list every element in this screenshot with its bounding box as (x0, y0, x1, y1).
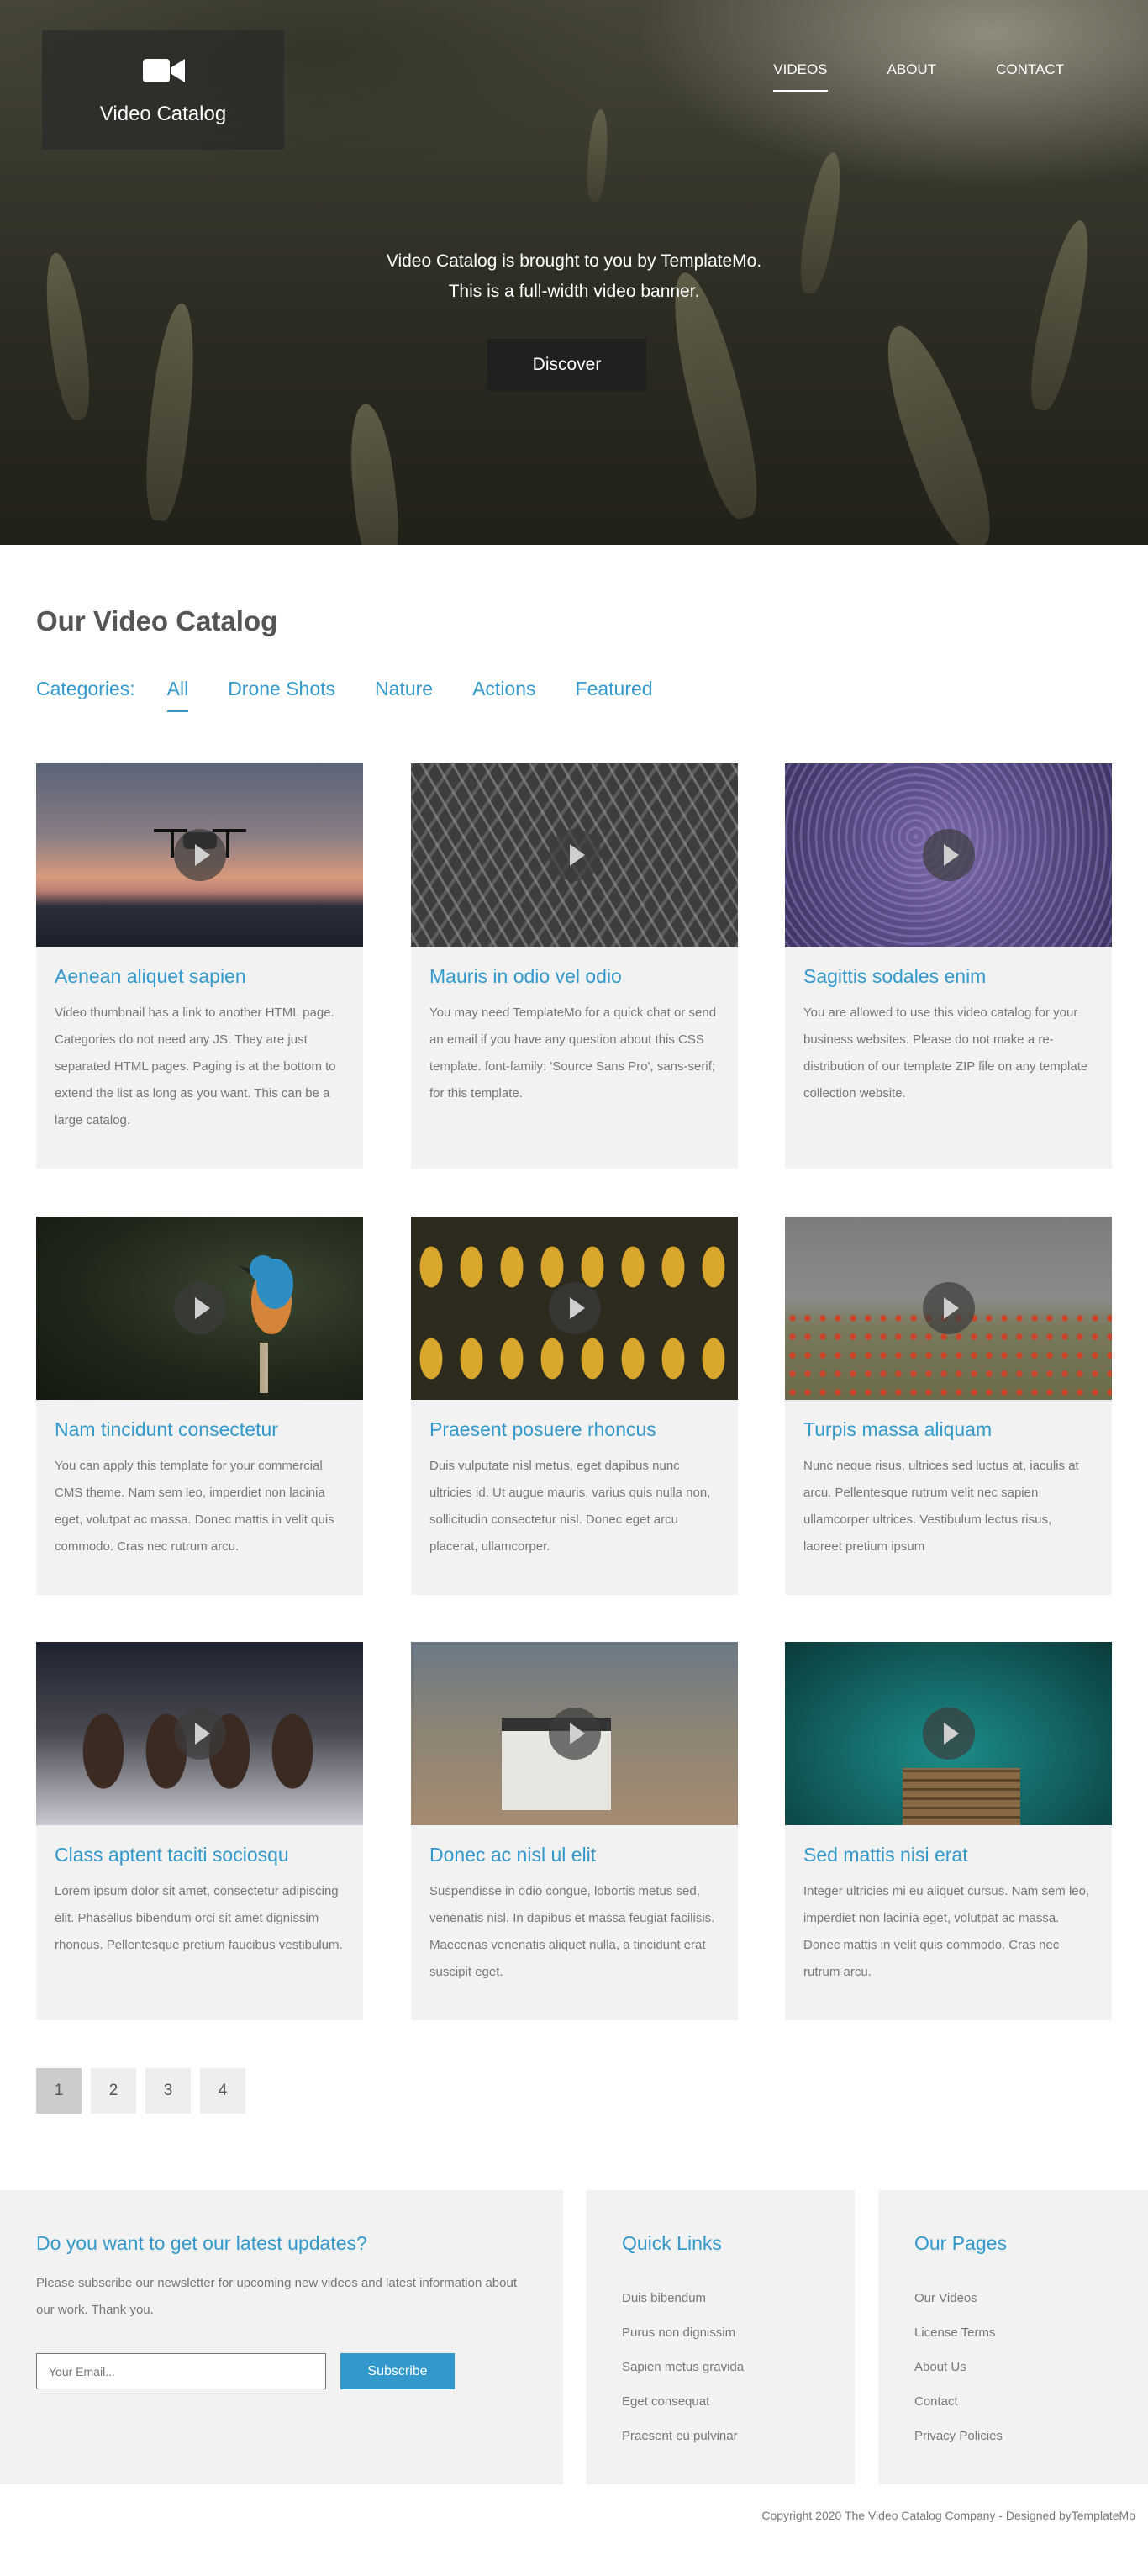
main-nav: VIDEOS ABOUT CONTACT (714, 61, 1064, 92)
video-thumbnail[interactable] (411, 1217, 738, 1400)
quick-links-list: Duis bibendum Purus non dignissim Sapien… (622, 2281, 744, 2453)
page-3[interactable]: 3 (145, 2068, 191, 2114)
tab-featured[interactable]: Featured (576, 678, 653, 710)
video-card: Aenean aliquet sapien Video thumbnail ha… (36, 763, 363, 1169)
tab-all[interactable]: All (166, 678, 189, 712)
video-title[interactable]: Class aptent taciti sociosqu (55, 1844, 345, 1866)
video-camera-icon (143, 59, 185, 82)
video-title[interactable]: Aenean aliquet sapien (55, 965, 345, 988)
quick-link[interactable]: Eget consequat (622, 2384, 744, 2419)
page-link[interactable]: About Us (914, 2350, 1003, 2384)
tab-nature[interactable]: Nature (375, 678, 433, 710)
video-description: You can apply this template for your com… (55, 1459, 334, 1554)
video-description: Lorem ipsum dolor sit amet, consectetur … (55, 1884, 343, 1952)
newsletter-heading: Do you want to get our latest updates? (36, 2232, 367, 2254)
dock-graphic (903, 1768, 1020, 1825)
hero-line-1: Video Catalog is brought to you by Templ… (386, 251, 762, 271)
video-thumbnail[interactable] (411, 1642, 738, 1825)
video-title[interactable]: Praesent posuere rhoncus (429, 1418, 719, 1441)
video-title[interactable]: Nam tincidunt consectetur (55, 1418, 345, 1441)
video-title[interactable]: Turpis massa aliquam (803, 1418, 1093, 1441)
video-thumbnail[interactable] (785, 763, 1112, 947)
video-thumbnail[interactable] (785, 1217, 1112, 1400)
hero-line-2: This is a full-width video banner. (448, 282, 700, 301)
video-description: Nunc neque risus, ultrices sed luctus at… (803, 1459, 1079, 1554)
video-description: You may need TemplateMo for a quick chat… (429, 1006, 717, 1101)
our-pages-heading: Our Pages (914, 2232, 1007, 2254)
video-title[interactable]: Mauris in odio vel odio (429, 965, 719, 988)
video-thumbnail[interactable] (36, 1642, 363, 1825)
quick-links-section: Quick Links Duis bibendum Purus non dign… (586, 2190, 855, 2484)
quick-link[interactable]: Sapien metus gravida (622, 2350, 744, 2384)
video-description: Duis vulputate nisl metus, eget dapibus … (429, 1459, 711, 1554)
tab-drone-shots[interactable]: Drone Shots (228, 678, 335, 710)
play-icon[interactable] (174, 1282, 226, 1334)
video-card: Sagittis sodales enim You are allowed to… (785, 763, 1112, 1169)
video-card: Turpis massa aliquam Nunc neque risus, u… (785, 1217, 1112, 1595)
our-pages-section: Our Pages Our Videos License Terms About… (878, 2190, 1148, 2484)
video-thumbnail[interactable] (36, 763, 363, 947)
newsletter-section: Do you want to get our latest updates? P… (0, 2190, 563, 2484)
page-1[interactable]: 1 (36, 2068, 82, 2114)
kingfisher-graphic (238, 1255, 293, 1393)
page-link[interactable]: Privacy Policies (914, 2419, 1003, 2453)
video-card: Class aptent taciti sociosqu Lorem ipsum… (36, 1642, 363, 2020)
nav-about[interactable]: ABOUT (887, 61, 937, 92)
play-icon[interactable] (923, 829, 975, 881)
brand-logo[interactable]: Video Catalog (42, 30, 284, 150)
tab-actions[interactable]: Actions (472, 678, 535, 710)
our-pages-list: Our Videos License Terms About Us Contac… (914, 2281, 1003, 2453)
video-card: Mauris in odio vel odio You may need Tem… (411, 763, 738, 1169)
quick-link[interactable]: Purus non dignissim (622, 2315, 744, 2350)
copyright-text: Copyright 2020 The Video Catalog Company… (761, 2509, 1135, 2522)
nav-videos[interactable]: VIDEOS (773, 61, 828, 92)
play-icon[interactable] (923, 1282, 975, 1334)
discover-button[interactable]: Discover (487, 339, 646, 391)
quick-links-heading: Quick Links (622, 2232, 722, 2254)
video-card: Praesent posuere rhoncus Duis vulputate … (411, 1217, 738, 1595)
pagination: 1 2 3 4 (36, 2068, 255, 2114)
video-description: Video thumbnail has a link to another HT… (55, 1006, 336, 1127)
nav-contact[interactable]: CONTACT (996, 61, 1064, 92)
video-description: Suspendisse in odio congue, lobortis met… (429, 1884, 715, 1979)
hero-text: Video Catalog is brought to you by Templ… (0, 246, 1148, 307)
video-thumbnail[interactable] (36, 1217, 363, 1400)
catalog-heading: Our Video Catalog (36, 605, 278, 636)
newsletter-text: Please subscribe our newsletter for upco… (36, 2276, 517, 2317)
play-icon[interactable] (549, 829, 601, 881)
hero-banner: Video Catalog VIDEOS ABOUT CONTACT Video… (0, 0, 1148, 545)
subscribe-button[interactable]: Subscribe (340, 2353, 455, 2389)
video-thumbnail[interactable] (411, 763, 738, 947)
page-link[interactable]: Our Videos (914, 2281, 1003, 2315)
brand-title: Video Catalog (99, 103, 227, 125)
quick-link[interactable]: Praesent eu pulvinar (622, 2419, 744, 2453)
play-icon[interactable] (923, 1708, 975, 1760)
video-description: Integer ultricies mi eu aliquet cursus. … (803, 1884, 1090, 1979)
quick-link[interactable]: Duis bibendum (622, 2281, 744, 2315)
category-tabs: Categories: All Drone Shots Nature Actio… (36, 678, 692, 712)
page-link[interactable]: Contact (914, 2384, 1003, 2419)
play-icon[interactable] (549, 1708, 601, 1760)
video-title[interactable]: Donec ac nisl ul elit (429, 1844, 719, 1866)
video-card: Donec ac nisl ul elit Suspendisse in odi… (411, 1642, 738, 2020)
play-icon[interactable] (549, 1282, 601, 1334)
video-title[interactable]: Sed mattis nisi erat (803, 1844, 1093, 1866)
video-card: Nam tincidunt consectetur You can apply … (36, 1217, 363, 1595)
page-2[interactable]: 2 (91, 2068, 136, 2114)
page-link[interactable]: License Terms (914, 2315, 1003, 2350)
categories-label: Categories: (36, 678, 135, 699)
video-description: You are allowed to use this video catalo… (803, 1006, 1088, 1101)
video-card: Sed mattis nisi erat Integer ultricies m… (785, 1642, 1112, 2020)
play-icon[interactable] (174, 829, 226, 881)
page-4[interactable]: 4 (200, 2068, 245, 2114)
email-input[interactable] (36, 2353, 326, 2389)
video-title[interactable]: Sagittis sodales enim (803, 965, 1093, 988)
video-thumbnail[interactable] (785, 1642, 1112, 1825)
play-icon[interactable] (174, 1708, 226, 1760)
